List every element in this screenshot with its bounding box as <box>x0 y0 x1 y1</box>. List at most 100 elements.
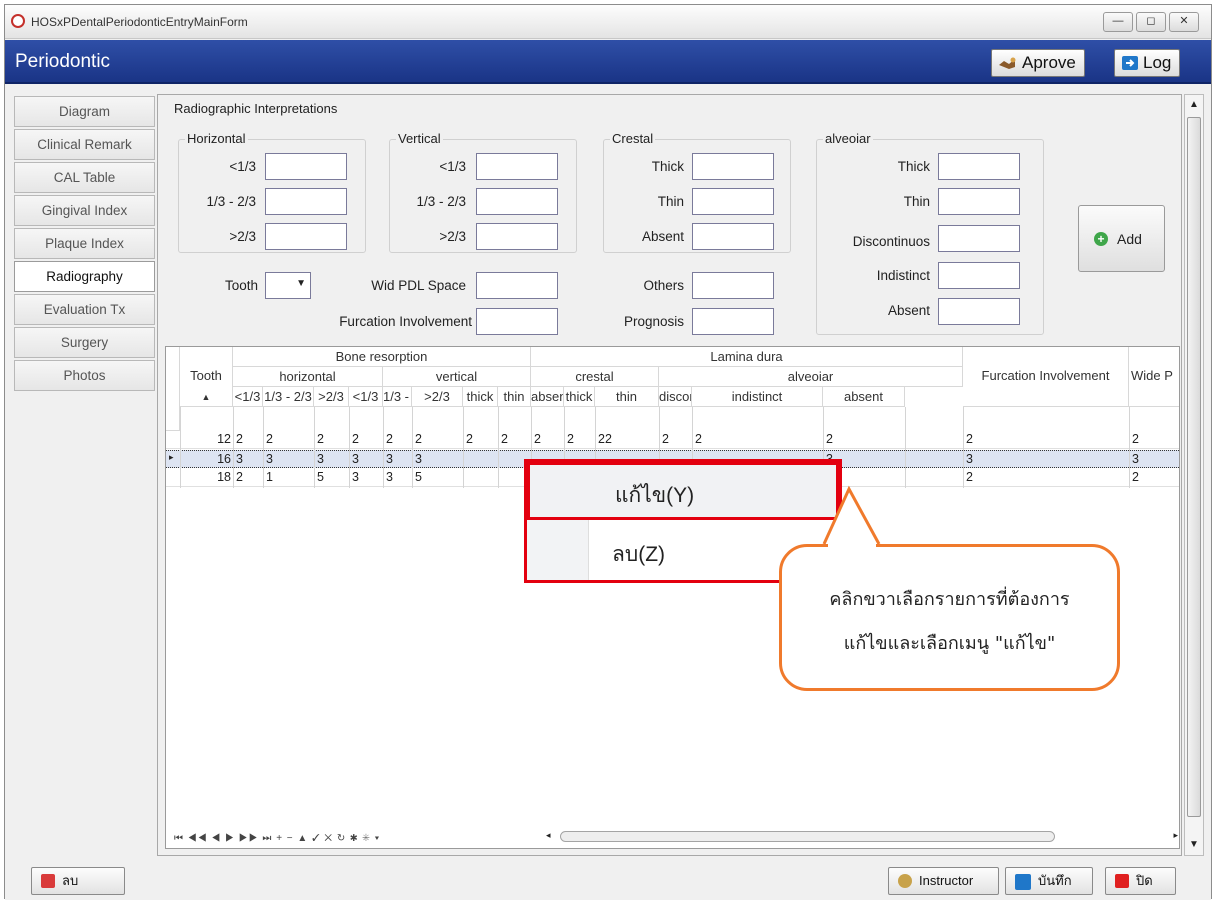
cell-tooth[interactable]: 16 <box>180 452 233 466</box>
table-cell[interactable]: 2 <box>466 432 498 446</box>
a-thin-input[interactable] <box>938 188 1020 215</box>
cell-wide-pdl[interactable]: 2 <box>1132 432 1178 446</box>
cell-furcation[interactable]: 2 <box>966 470 1126 484</box>
table-cell[interactable]: 2 <box>266 432 314 446</box>
table-cell[interactable]: 2 <box>352 432 383 446</box>
c-thin-input[interactable] <box>692 188 774 215</box>
subheader-cell[interactable]: indistinct <box>692 387 823 407</box>
table-cell[interactable]: 2 <box>415 432 463 446</box>
cell-tooth[interactable]: 18 <box>180 470 233 484</box>
subheader-cell[interactable]: thick <box>564 387 595 407</box>
table-cell[interactable]: 3 <box>386 452 412 466</box>
wid-pdl-input[interactable] <box>476 272 558 299</box>
v-13-23-input[interactable] <box>476 188 558 215</box>
subheader-cell[interactable]: absent <box>823 387 905 407</box>
close-window-button[interactable]: ✕ <box>1169 12 1199 32</box>
furcation-input[interactable] <box>476 308 558 335</box>
subheader-cell[interactable]: 1/3 - 2/3 <box>263 387 314 407</box>
cell-furcation[interactable]: 3 <box>966 452 1126 466</box>
table-cell[interactable]: 22 <box>598 432 659 446</box>
cell-furcation[interactable]: 2 <box>966 432 1126 446</box>
cell-wide-pdl[interactable]: 2 <box>1132 470 1178 484</box>
nav-cal-table[interactable]: CAL Table <box>14 162 155 193</box>
save-button[interactable]: บันทึก <box>1005 867 1093 895</box>
v-lt13-input[interactable] <box>476 153 558 180</box>
table-cell[interactable]: 2 <box>695 432 823 446</box>
maximize-button[interactable]: ◻ <box>1136 12 1166 32</box>
table-cell[interactable]: 3 <box>352 452 383 466</box>
delete-record-button[interactable]: ลบ <box>31 867 125 895</box>
v-gt23-input[interactable] <box>476 223 558 250</box>
scroll-down-icon[interactable]: ▼ <box>1188 837 1200 853</box>
c-absent-input[interactable] <box>692 223 774 250</box>
log-button[interactable]: Log <box>1114 49 1181 77</box>
c-thick-input[interactable] <box>692 153 774 180</box>
prognosis-input[interactable] <box>692 308 774 335</box>
nav-photos[interactable]: Photos <box>14 360 155 391</box>
nav-gingival-index[interactable]: Gingival Index <box>14 195 155 226</box>
table-cell[interactable]: 5 <box>317 470 349 484</box>
subheader-cell[interactable]: thick <box>463 387 498 407</box>
cell-tooth[interactable]: 12 <box>180 432 233 446</box>
subheader-cell[interactable]: thin <box>498 387 531 407</box>
nav-radiography[interactable]: Radiography <box>14 261 155 292</box>
table-cell[interactable]: 5 <box>415 470 463 484</box>
table-cell[interactable]: 2 <box>534 432 564 446</box>
log-label: Log <box>1143 53 1172 72</box>
others-input[interactable] <box>692 272 774 299</box>
table-cell[interactable]: 2 <box>317 432 349 446</box>
approve-button[interactable]: Aprove <box>991 49 1085 77</box>
add-label: Add <box>1117 231 1142 247</box>
subheader-cell[interactable]: <1/3 <box>233 387 263 407</box>
h-13-23-input[interactable] <box>265 188 347 215</box>
table-cell[interactable]: 2 <box>236 470 263 484</box>
table-cell[interactable]: 3 <box>266 452 314 466</box>
table-cell[interactable]: 2 <box>501 432 531 446</box>
scroll-up-icon[interactable]: ▲ <box>1188 97 1200 113</box>
table-cell[interactable]: 3 <box>386 470 412 484</box>
h-gt23-input[interactable] <box>265 223 347 250</box>
instructor-button[interactable]: Instructor <box>888 867 999 895</box>
table-cell[interactable]: 2 <box>662 432 692 446</box>
nav-evaluation-tx[interactable]: Evaluation Tx <box>14 294 155 325</box>
close-button[interactable]: ปิด <box>1105 867 1176 895</box>
horizontal-scroll-thumb[interactable] <box>560 831 1055 842</box>
nav-surgery[interactable]: Surgery <box>14 327 155 358</box>
a-indistinct-input[interactable] <box>938 262 1020 289</box>
table-cell[interactable]: 3 <box>352 470 383 484</box>
minimize-button[interactable]: — <box>1103 12 1133 32</box>
h-lt13-input[interactable] <box>265 153 347 180</box>
table-cell[interactable]: 2 <box>567 432 595 446</box>
subheader-cell[interactable]: 1/3 - 2/3 <box>383 387 412 407</box>
horizontal-scrollbar[interactable]: ◂ ▸ <box>546 830 1178 844</box>
a-thick-input[interactable] <box>938 153 1020 180</box>
sort-icon[interactable]: ▲ <box>180 387 233 407</box>
subheader-cell[interactable]: >2/3 <box>412 387 463 407</box>
subheader-cell[interactable]: discontinuous <box>659 387 692 407</box>
table-row[interactable]: 12 2 2 2 2 2 2 2 2 2 2 22 2 2 2 2 2 <box>166 431 1179 449</box>
table-cell[interactable]: 3 <box>415 452 463 466</box>
table-cell[interactable]: 2 <box>236 432 263 446</box>
table-cell[interactable]: 1 <box>266 470 314 484</box>
subheader-cell[interactable]: >2/3 <box>314 387 349 407</box>
nav-diagram[interactable]: Diagram <box>14 96 155 127</box>
add-button[interactable]: + Add <box>1078 205 1165 272</box>
vertical-scroll-thumb[interactable] <box>1187 117 1201 817</box>
v-lt13-label: <1/3 <box>439 159 466 174</box>
nav-plaque-index[interactable]: Plaque Index <box>14 228 155 259</box>
cell-wide-pdl[interactable]: 3 <box>1132 452 1178 466</box>
table-cell[interactable]: 2 <box>826 432 905 446</box>
a-absent-input[interactable] <box>938 298 1020 325</box>
a-discontinuos-input[interactable] <box>938 225 1020 252</box>
table-cell[interactable]: 3 <box>317 452 349 466</box>
subheader-cell[interactable]: thin <box>595 387 659 407</box>
grid-navigator[interactable]: ⏮ ◀◀ ◀ ▶ ▶▶ ⏭ + − ▲ ✓ ✕ ↻ ✱ ✳ ▾ <box>174 833 380 844</box>
vertical-scrollbar[interactable]: ▲ ▼ <box>1184 94 1204 856</box>
subheader-cell[interactable]: absent <box>531 387 564 407</box>
tooth-select[interactable]: ▼ <box>265 272 311 299</box>
nav-clinical-remark[interactable]: Clinical Remark <box>14 129 155 160</box>
menu-item-delete-label: ลบ(Z) <box>612 543 666 566</box>
table-cell[interactable]: 3 <box>236 452 263 466</box>
table-cell[interactable]: 2 <box>386 432 412 446</box>
subheader-cell[interactable]: <1/3 <box>349 387 383 407</box>
